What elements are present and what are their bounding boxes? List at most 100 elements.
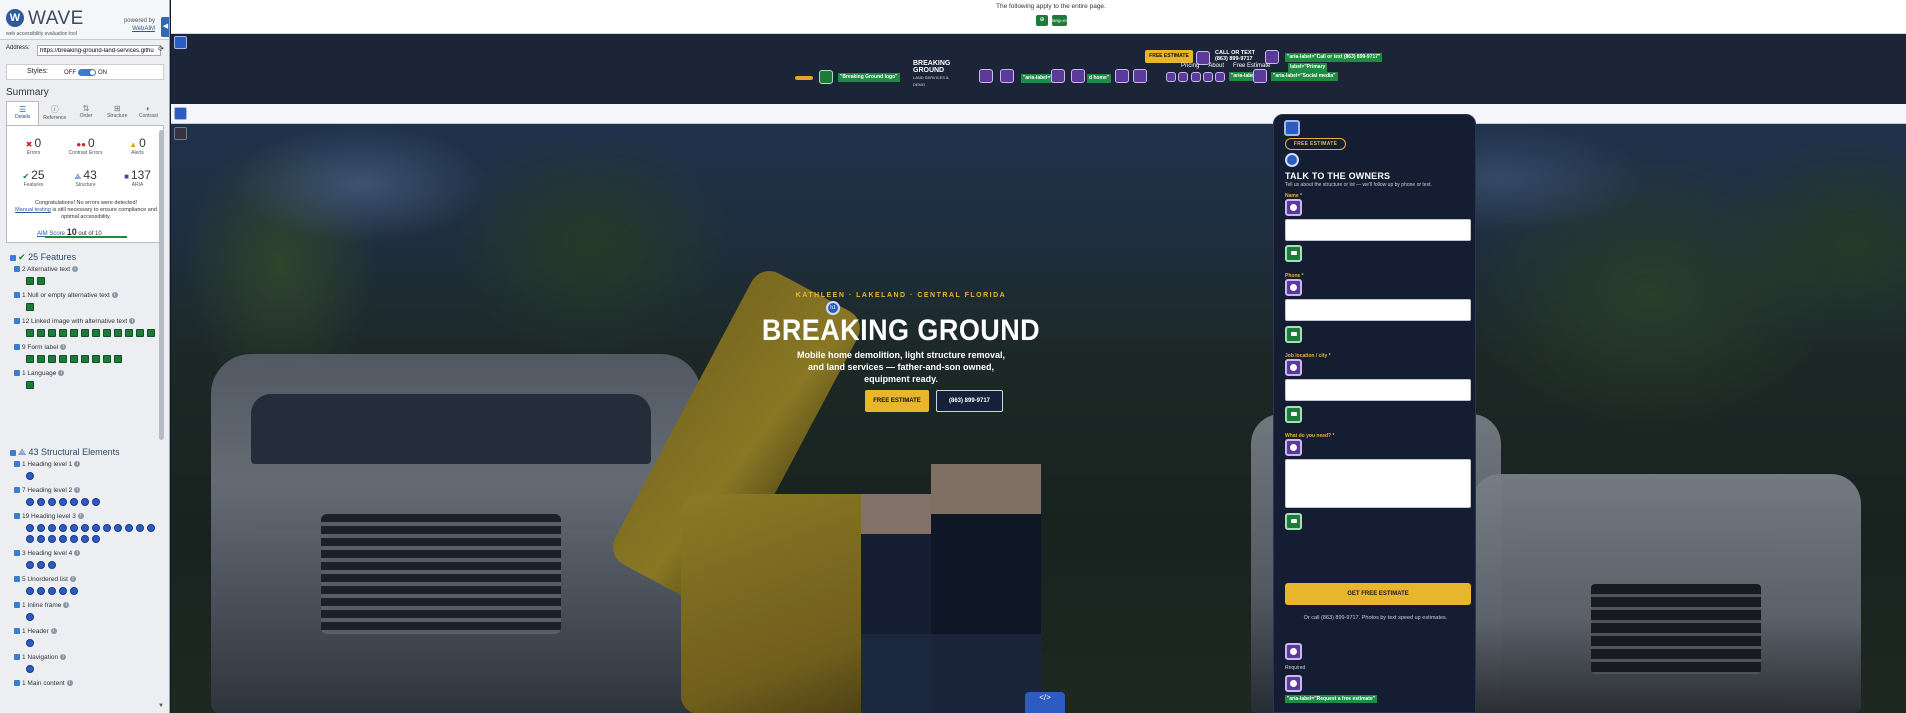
feature-icon[interactable]: [81, 355, 89, 363]
main-structure-icon[interactable]: [174, 107, 187, 120]
aria-icon[interactable]: [1265, 50, 1279, 64]
structure-icon[interactable]: [81, 535, 89, 543]
alerts-stat[interactable]: ▲ 0 Alerts: [115, 136, 160, 156]
tab-order[interactable]: ⇅ Order: [70, 101, 101, 125]
feature-icon[interactable]: [114, 355, 122, 363]
code-icon[interactable]: </>: [1025, 692, 1065, 713]
checkbox-icon[interactable]: [14, 370, 20, 377]
info-icon[interactable]: i: [77, 513, 84, 520]
structure-item[interactable]: 1 Main content i: [14, 680, 73, 687]
errors-stat[interactable]: ✖ 0 Errors: [11, 136, 56, 156]
structure-item[interactable]: 7 Heading level 2i: [14, 487, 81, 494]
contrast-errors-stat[interactable]: ●● 0 Contrast Errors: [63, 136, 108, 156]
form-structure-icon[interactable]: [1284, 120, 1300, 136]
structure-icon[interactable]: [136, 524, 144, 532]
structure-icon[interactable]: [26, 498, 34, 506]
aria-required-icon[interactable]: [1285, 199, 1302, 216]
checkbox-icon[interactable]: [10, 254, 16, 261]
feature-icon[interactable]: [26, 355, 34, 363]
manual-testing-link[interactable]: Manual testing: [15, 207, 51, 213]
feature-icon[interactable]: [48, 329, 56, 337]
checkbox-icon[interactable]: [14, 550, 20, 557]
nav-aria-icon[interactable]: [1166, 72, 1176, 82]
aria-icon[interactable]: [1133, 69, 1147, 83]
language-icon[interactable]: lang=en: [1052, 15, 1068, 26]
heading-level-1-icon[interactable]: h1: [826, 301, 840, 315]
aria-required-icon[interactable]: [1285, 643, 1302, 660]
tab-reference[interactable]: ⓘ Reference: [39, 101, 70, 125]
tab-structure[interactable]: ⊞ Structure: [102, 101, 133, 125]
checkbox-icon[interactable]: [14, 628, 20, 635]
hero-free-estimate-button[interactable]: FREE ESTIMATE: [865, 390, 929, 412]
feature-icon[interactable]: [103, 329, 111, 337]
structure-icon[interactable]: [114, 524, 122, 532]
checkbox-icon[interactable]: [10, 449, 16, 456]
checkbox-icon[interactable]: [14, 654, 20, 661]
structure-icon[interactable]: [92, 498, 100, 506]
scroll-down-icon[interactable]: ▼: [158, 703, 164, 709]
structure-icon[interactable]: [26, 639, 34, 647]
header-free-estimate-button[interactable]: FREE ESTIMATE: [1145, 50, 1193, 63]
checkbox-icon[interactable]: [14, 344, 20, 351]
feature-item[interactable]: 9 Form label i: [14, 344, 67, 351]
get-free-estimate-button[interactable]: GET FREE ESTIMATE: [1285, 583, 1471, 605]
feature-item[interactable]: 12 Linked image with alternative text i: [14, 318, 136, 325]
feature-icon[interactable]: [26, 303, 34, 311]
feature-icon[interactable]: [59, 355, 67, 363]
nav-aria-icon[interactable]: [1203, 72, 1213, 82]
nav-about[interactable]: About: [1208, 63, 1224, 69]
aria-icon[interactable]: [1000, 69, 1014, 83]
need-textarea[interactable]: [1285, 459, 1471, 508]
structure-icon[interactable]: [81, 524, 89, 532]
structure-icon[interactable]: [26, 613, 34, 621]
checkbox-icon[interactable]: [14, 266, 20, 273]
form-label-icon[interactable]: [1285, 513, 1302, 530]
address-input[interactable]: [37, 45, 161, 56]
site-logo[interactable]: BREAKING GROUND LAND SERVICES & DEMO: [913, 60, 953, 87]
heading-level-2-icon[interactable]: [1285, 153, 1299, 167]
header-structure-icon[interactable]: [174, 36, 187, 49]
structure-icon[interactable]: [26, 472, 34, 480]
structure-icon[interactable]: [59, 535, 67, 543]
structure-icon[interactable]: [92, 535, 100, 543]
info-icon[interactable]: i: [74, 487, 81, 494]
feature-icon[interactable]: [48, 355, 56, 363]
structure-icon[interactable]: [26, 524, 34, 532]
form-label-icon[interactable]: [1285, 406, 1302, 423]
nav-free-estimate[interactable]: Free Estimate: [1233, 63, 1270, 69]
social-aria-icon[interactable]: [1253, 69, 1267, 83]
structure-item[interactable]: 3 Heading level 4i: [14, 550, 81, 557]
hero-structure-icon[interactable]: [174, 127, 187, 140]
structure-icon[interactable]: [147, 524, 155, 532]
info-icon[interactable]: i: [60, 654, 67, 661]
nav-aria-icon[interactable]: [1215, 72, 1225, 82]
structure-icon[interactable]: [103, 524, 111, 532]
structure-icon[interactable]: [59, 498, 67, 506]
structure-icon[interactable]: [125, 524, 133, 532]
structure-icon[interactable]: [48, 561, 56, 569]
checkbox-icon[interactable]: [14, 513, 20, 520]
feature-icon[interactable]: [70, 355, 78, 363]
feature-icon[interactable]: [147, 329, 155, 337]
info-icon[interactable]: i: [60, 344, 67, 351]
structure-icon[interactable]: [37, 498, 45, 506]
info-icon[interactable]: i: [58, 370, 65, 377]
location-field[interactable]: [1285, 379, 1471, 401]
sidebar-scrollbar[interactable]: [159, 130, 164, 440]
info-icon[interactable]: i: [50, 628, 57, 635]
structure-icon[interactable]: [37, 524, 45, 532]
structure-category[interactable]: ⟁ 43 Structural Elements: [10, 447, 120, 458]
structure-icon[interactable]: [59, 587, 67, 595]
features-category[interactable]: ✔ 25 Features: [10, 252, 76, 263]
structure-icon[interactable]: [70, 535, 78, 543]
feature-icon[interactable]: [26, 277, 34, 285]
info-icon[interactable]: i: [74, 550, 81, 557]
feature-item[interactable]: 1 Language i: [14, 370, 65, 377]
feature-icon[interactable]: [26, 381, 34, 389]
feature-icon[interactable]: [114, 329, 122, 337]
webaim-link[interactable]: WebAIM: [132, 26, 155, 32]
structure-item[interactable]: 1 Header i: [14, 628, 57, 635]
styles-toggle[interactable]: [78, 69, 96, 76]
feature-icon[interactable]: [37, 355, 45, 363]
structure-icon[interactable]: [92, 524, 100, 532]
